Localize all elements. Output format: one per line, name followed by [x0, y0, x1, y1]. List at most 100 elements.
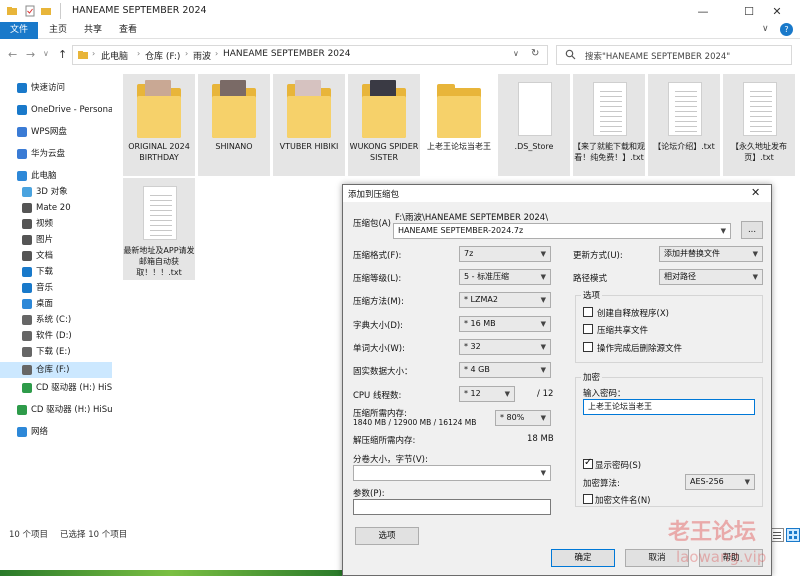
minimize-button[interactable]: — — [680, 0, 726, 22]
file-name: 【永久地址发布页】.txt — [731, 142, 787, 162]
sidebar-item[interactable]: 下载 (E:) — [0, 344, 112, 360]
navigation-pane: 快速访问 OneDrive - Personal WPS网盘华为云盘此电脑 3D 对象… — [0, 72, 112, 522]
breadcrumb-current-folder[interactable]: HANEAME SEPTEMBER 2024 — [223, 49, 350, 59]
expand-ribbon-icon[interactable]: ∨ — [762, 24, 769, 34]
method-select[interactable]: * LZMA2 ▼ — [459, 292, 551, 308]
tab-file[interactable]: 文件 — [0, 22, 38, 39]
breadcrumb-this-pc[interactable]: 此电脑 — [101, 49, 128, 62]
sidebar-item[interactable]: 3D 对象 — [0, 184, 112, 200]
options-button[interactable]: 选项 — [355, 527, 419, 545]
sidebar-item[interactable]: 桌面 — [0, 296, 112, 312]
cd-drive-icon — [22, 383, 32, 393]
dialog-close-button[interactable]: ✕ — [751, 186, 760, 199]
help-icon[interactable]: ? — [780, 23, 793, 36]
delete-checkbox[interactable] — [583, 342, 593, 352]
folder-item[interactable]: VTUBER HIBIKI — [273, 74, 345, 176]
show-password-checkbox[interactable] — [583, 457, 593, 469]
file-item[interactable]: 【永久地址发布页】.txt — [723, 74, 795, 176]
status-bar: 10 个项目 已选择 10 个项目 — [0, 524, 340, 542]
path-mode-select[interactable]: 相对路径 ▼ — [659, 269, 763, 285]
password-input[interactable]: 上老王论坛当老王 — [583, 399, 755, 415]
refresh-icon[interactable]: ↻ — [531, 48, 539, 59]
forward-button[interactable]: → — [26, 48, 35, 61]
sidebar-item[interactable]: 下载 — [0, 264, 112, 280]
sidebar-item[interactable]: OneDrive - Personal — [0, 102, 112, 118]
address-dropdown-icon[interactable]: ∨ — [513, 49, 519, 58]
level-value: 5 - 标准压缩 — [464, 272, 510, 281]
sidebar-item-label: 此电脑 — [31, 171, 57, 181]
sidebar-item[interactable]: 视频 — [0, 216, 112, 232]
sidebar-item[interactable]: 音乐 — [0, 280, 112, 296]
file-name: .DS_Store — [514, 142, 554, 151]
encryption-method-select[interactable]: AES-256 ▼ — [685, 474, 755, 490]
solid-select[interactable]: * 4 GB ▼ — [459, 362, 551, 378]
sidebar-item[interactable]: 华为云盘 — [0, 146, 112, 162]
sidebar-item[interactable]: 系统 (C:) — [0, 312, 112, 328]
solid-label: 固实数据大小： — [353, 367, 413, 377]
file-item[interactable]: 【来了就能下载和观看！纯免费！】.txt — [573, 74, 645, 176]
file-item[interactable]: .DS_Store — [498, 74, 570, 176]
ok-button[interactable]: 确定 — [551, 549, 615, 567]
back-button[interactable]: ← — [8, 48, 17, 61]
sfx-checkbox[interactable] — [583, 307, 593, 317]
sidebar-item[interactable]: Mate 20 — [0, 200, 112, 216]
close-button[interactable]: ✕ — [754, 0, 800, 22]
folder-item[interactable]: SHINANO — [198, 74, 270, 176]
mem-decomp-value: 18 MB — [527, 434, 554, 444]
up-button[interactable]: ↑ — [58, 48, 67, 61]
archive-name-combo[interactable]: HANEAME SEPTEMBER-2024.7z ▼ — [393, 223, 731, 239]
level-select[interactable]: 5 - 标准压缩 ▼ — [459, 269, 551, 285]
text-file-icon — [737, 80, 781, 138]
recent-locations-button[interactable]: ∨ — [43, 49, 49, 58]
sidebar-item[interactable]: CD 驱动器 (H:) HiSuit — [0, 402, 112, 418]
file-name: 【论坛介绍】.txt — [653, 142, 715, 151]
sidebar-item-label: 系统 (C:) — [36, 315, 72, 325]
tab-home[interactable]: 主页 — [40, 22, 76, 39]
dialog-title: 添加到压缩包 — [348, 190, 400, 200]
threads-select[interactable]: * 12 ▼ — [459, 386, 515, 402]
dict-select[interactable]: * 16 MB ▼ — [459, 316, 551, 332]
browse-button[interactable]: ... — [741, 221, 763, 239]
delete-label: 操作完成后删除源文件 — [597, 344, 683, 354]
sidebar-item[interactable]: 仓库 (F:) — [0, 362, 112, 378]
large-icons-view-button[interactable] — [786, 528, 800, 542]
sidebar-item-label: CD 驱动器 (H:) HiSuit — [31, 405, 112, 415]
search-box[interactable]: 搜索"HANEAME SEPTEMBER 2024" — [556, 45, 792, 65]
details-view-button[interactable] — [770, 528, 784, 542]
update-select[interactable]: 添加并替换文件 ▼ — [659, 246, 763, 262]
folder-item[interactable]: WUKONG SPIDER SISTER — [348, 74, 420, 176]
document-icon — [22, 251, 32, 261]
format-select[interactable]: 7z ▼ — [459, 246, 551, 262]
breadcrumb-drive-f[interactable]: 仓库 (F:) — [145, 49, 180, 62]
folder-icon — [6, 5, 18, 17]
sidebar-item[interactable]: WPS网盘 — [0, 124, 112, 140]
new-folder-icon[interactable] — [40, 5, 52, 17]
mem-percent-select[interactable]: * 80% ▼ — [495, 410, 551, 426]
split-combo[interactable]: ▼ — [353, 465, 551, 481]
params-input[interactable] — [353, 499, 551, 515]
cloud-icon — [17, 127, 27, 137]
sidebar-item[interactable]: CD 驱动器 (H:) HiSu — [0, 380, 112, 396]
sidebar-item[interactable]: 网络 — [0, 424, 112, 440]
file-item[interactable]: 最新地址及APP请发邮箱自动获取！！！.txt — [123, 178, 195, 280]
word-select[interactable]: * 32 ▼ — [459, 339, 551, 355]
tab-view[interactable]: 查看 — [110, 22, 146, 39]
file-item[interactable]: 【论坛介绍】.txt — [648, 74, 720, 176]
method-value: * LZMA2 — [464, 295, 498, 304]
sidebar-item[interactable]: 文档 — [0, 248, 112, 264]
sidebar-item[interactable]: 此电脑 — [0, 168, 112, 184]
folder-item[interactable]: 上老王论坛当老王 — [423, 74, 495, 176]
sidebar-item[interactable]: 软件 (D:) — [0, 328, 112, 344]
split-label: 分卷大小，字节(V): — [353, 455, 428, 465]
breadcrumb-yubo[interactable]: 雨波 — [193, 49, 211, 62]
address-bar[interactable]: › 此电脑 › 仓库 (F:) › 雨波 › HANEAME SEPTEMBER… — [72, 45, 548, 65]
chevron-down-icon: ▼ — [540, 366, 546, 374]
sidebar-item[interactable]: 图片 — [0, 232, 112, 248]
properties-icon[interactable] — [24, 5, 36, 17]
sidebar-item[interactable]: 快速访问 — [0, 80, 112, 96]
shared-checkbox[interactable] — [583, 324, 593, 334]
tab-share[interactable]: 共享 — [75, 22, 111, 39]
folder-item[interactable]: ORIGINAL 2024 BIRTHDAY — [123, 74, 195, 176]
video-icon — [22, 219, 32, 229]
encrypt-names-checkbox[interactable] — [583, 494, 593, 504]
